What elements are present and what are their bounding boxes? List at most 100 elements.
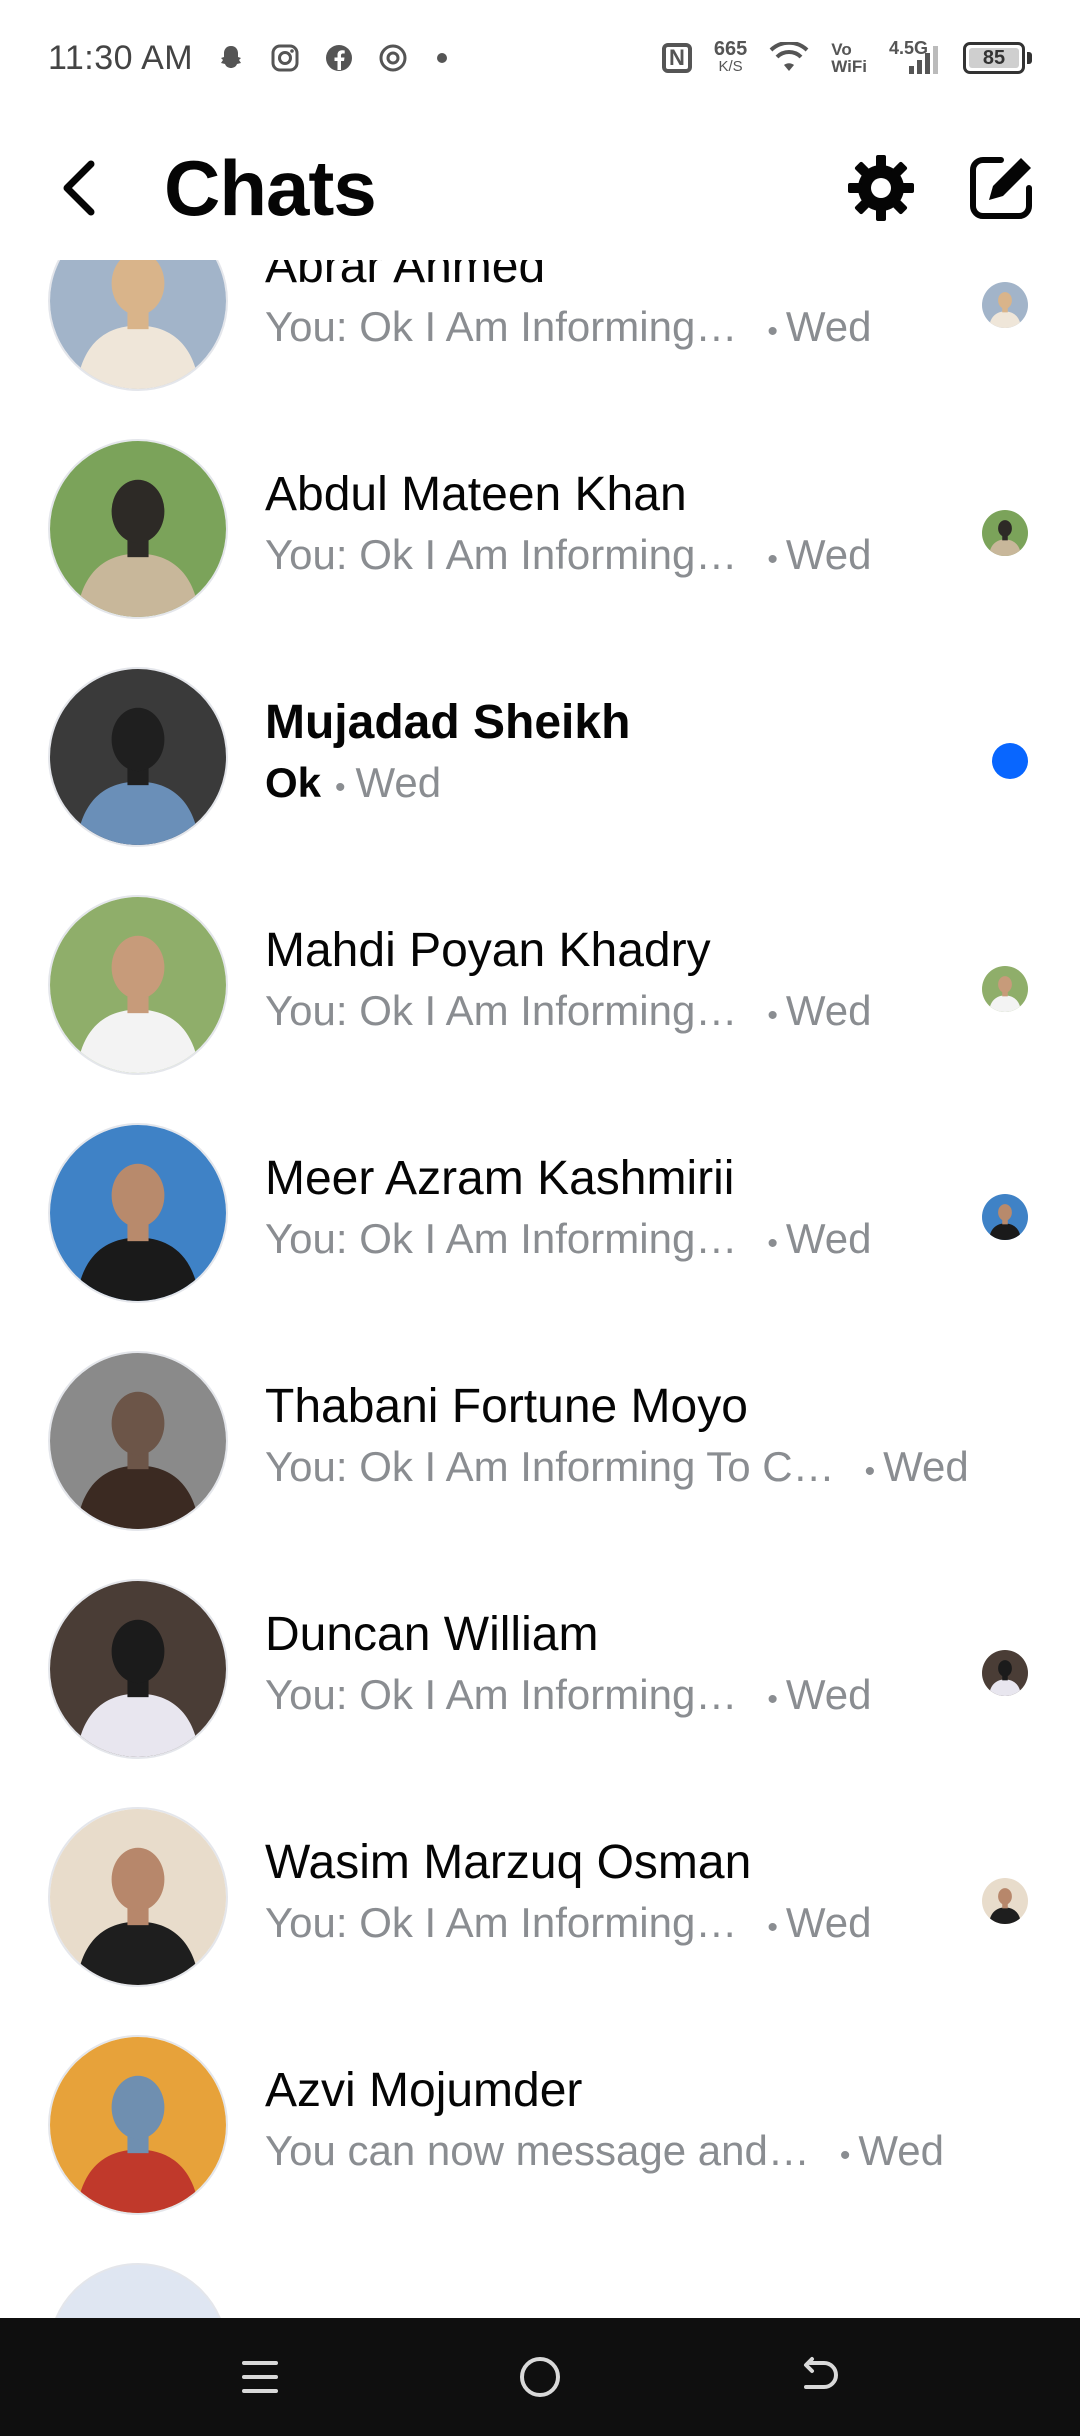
chat-timestamp: Wed (785, 531, 872, 578)
chat-preview: You: Ok I Am Informing… • Wed (265, 1671, 871, 1719)
chat-name: Abrar Ahmed (265, 260, 546, 293)
status-bar: 11:30 AM N 665 K/S Vo WiFi 4.5G 85 (0, 0, 1080, 116)
chat-name: Wasim Marzuq Osman (265, 1836, 752, 1889)
chat-timestamp: Wed (858, 2127, 944, 2174)
snapchat-icon (215, 42, 247, 74)
separator-dot: • (767, 999, 778, 1032)
gear-icon (848, 155, 914, 221)
chat-name: Mujadad Sheikh (265, 696, 631, 749)
chat-timestamp: Wed (785, 1215, 872, 1262)
system-nav-bar (0, 2318, 1080, 2436)
chat-timestamp: Wed (883, 1443, 969, 1490)
settings-button[interactable] (842, 149, 920, 227)
chat-timestamp: Wed (785, 987, 872, 1034)
chat-preview: You: Ok I Am Informing To C… • Wed (265, 1443, 969, 1491)
chat-last-message: You can now message and… (265, 2127, 810, 2174)
wifi-icon (769, 42, 809, 74)
separator-dot: • (839, 2139, 851, 2172)
chat-row[interactable]: Meer Azram Kashmirii You: Ok I Am Informi… (0, 1099, 1080, 1327)
nav-menu-button[interactable] (215, 2332, 305, 2422)
chat-name: Duncan William (265, 1608, 599, 1661)
back-arrow-icon (63, 160, 95, 216)
chat-row[interactable]: Mahdi Poyan Khadry You: Ok I Am Informing… (0, 871, 1080, 1099)
net-speed: 665 K/S (713, 38, 748, 76)
chat-name: Meer Azram Kashmirii (265, 1152, 735, 1205)
battery-icon: 85 (963, 42, 1025, 74)
separator-dot: • (767, 1911, 778, 1944)
net-speed-value: 665 (713, 38, 748, 60)
instagram-icon (269, 42, 301, 74)
avatar (48, 2263, 228, 2318)
seen-receipt-avatar (982, 1194, 1028, 1240)
chat-row[interactable]: Mujadad Sheikh Ok • Wed (0, 643, 1080, 871)
chat-last-message: You: Ok I Am Informing… (265, 303, 738, 350)
nav-back-button[interactable] (775, 2332, 865, 2422)
chat-preview: You: Ok I Am Informing… • Wed (265, 987, 871, 1035)
chat-preview: You can now message and… • Wed (265, 2127, 944, 2175)
more-notifications-dot (437, 53, 448, 63)
chat-list[interactable]: Abrar Ahmed You: Ok I Am Informing… • Wed Ab… (0, 260, 1080, 2318)
avatar (48, 1579, 228, 1759)
chat-row[interactable]: Wasim Marzuq Osman You: Ok I Am Informing… (0, 1783, 1080, 2011)
seen-receipt-avatar (982, 510, 1028, 556)
avatar (48, 1807, 228, 1987)
separator-dot: • (864, 1455, 876, 1488)
home-circle-icon (520, 2357, 560, 2397)
back-button[interactable] (40, 148, 120, 228)
separator-dot: • (767, 315, 778, 348)
separator-dot: • (767, 1683, 778, 1716)
vowifi-indicator: Vo WiFi (831, 41, 867, 75)
seen-receipt-avatar (982, 966, 1028, 1012)
menu-icon (242, 2361, 278, 2393)
avatar (48, 1123, 228, 1303)
chat-name: Thabani Fortune Moyo (265, 1380, 748, 1433)
chat-preview: Ok • Wed (265, 759, 441, 807)
chat-row[interactable]: Thabani Fortune Moyo You: Ok I Am Informi… (0, 1327, 1080, 1555)
avatar (48, 2035, 228, 2215)
back-gesture-icon (804, 2357, 838, 2389)
seen-receipt-avatar (982, 282, 1028, 328)
chat-name: Azvi Mojumder (265, 2064, 583, 2117)
chat-timestamp: Wed (355, 759, 442, 806)
chat-row-partial[interactable] (0, 2239, 1080, 2318)
chat-row[interactable]: Abdul Mateen Khan You: Ok I Am Informing…… (0, 415, 1080, 643)
chat-preview: You: Ok I Am Informing… • Wed (265, 303, 871, 351)
chat-name: Abdul Mateen Khan (265, 468, 687, 521)
chat-preview: You: Ok I Am Informing… • Wed (265, 1899, 871, 1947)
seen-receipt-avatar (982, 1878, 1028, 1924)
avatar (48, 439, 228, 619)
header-actions (842, 149, 1040, 227)
chat-last-message: You: Ok I Am Informing… (265, 987, 738, 1034)
seen-receipt-avatar (982, 1650, 1028, 1696)
unread-indicator-dot (992, 743, 1028, 779)
separator-dot: • (335, 771, 346, 804)
chat-row[interactable]: Azvi Mojumder You can now message and… • We… (0, 2011, 1080, 2239)
chat-timestamp: Wed (785, 1671, 872, 1718)
battery-level: 85 (982, 46, 1006, 69)
chat-last-message: You: Ok I Am Informing… (265, 531, 738, 578)
nav-home-button[interactable] (495, 2332, 585, 2422)
vowifi-line2: WiFi (831, 57, 867, 76)
status-time: 11:30 AM (48, 38, 194, 77)
chat-timestamp: Wed (785, 303, 872, 350)
page-title: Chats (164, 143, 377, 232)
net-speed-unit: K/S (718, 58, 743, 75)
status-right: N 665 K/S Vo WiFi 4.5G 85 (661, 38, 1032, 76)
chat-last-message: You: Ok I Am Informing… (265, 1215, 738, 1262)
status-left: 11:30 AM (48, 38, 448, 78)
facebook-icon (323, 42, 355, 74)
chat-preview: You: Ok I Am Informing… • Wed (265, 531, 871, 579)
avatar (48, 667, 228, 847)
avatar (48, 895, 228, 1075)
nfc-icon: N (661, 43, 692, 73)
vpn-icon (377, 42, 409, 74)
chat-last-message: You: Ok I Am Informing… (265, 1671, 738, 1718)
chat-name: Mahdi Poyan Khadry (265, 924, 711, 977)
chat-last-message: You: Ok I Am Informing To C… (265, 1443, 835, 1490)
battery-indicator: 85 (963, 42, 1032, 74)
compose-button[interactable] (962, 149, 1040, 227)
chat-row[interactable]: Duncan William You: Ok I Am Informing… • We… (0, 1555, 1080, 1783)
separator-dot: • (767, 543, 778, 576)
chat-row[interactable]: Abrar Ahmed You: Ok I Am Informing… • Wed (0, 260, 1080, 415)
chat-last-message: You: Ok I Am Informing… (265, 1899, 738, 1946)
